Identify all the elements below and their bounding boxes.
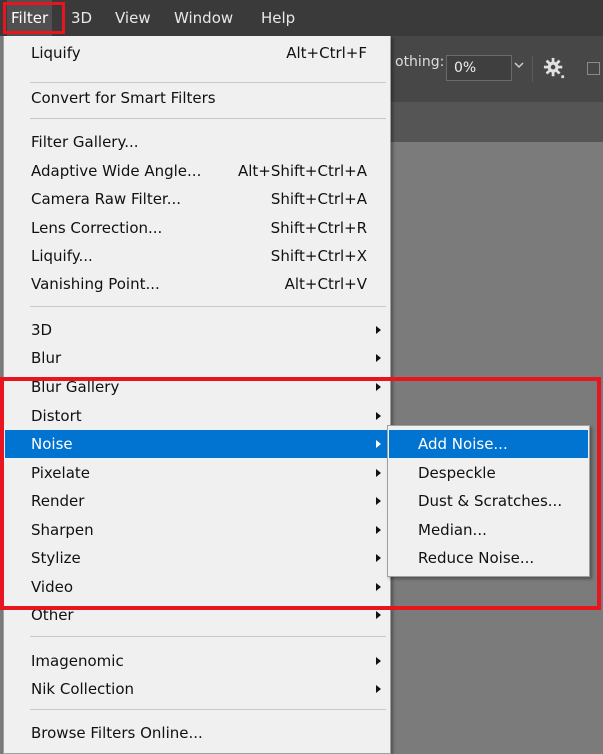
menu-item-pixelate[interactable]: Pixelate [5, 459, 389, 487]
menu-separator [30, 636, 386, 637]
menu-item-blur-gallery[interactable]: Blur Gallery [5, 373, 389, 401]
canvas-area [390, 102, 603, 142]
menu-item-filter-gallery[interactable]: Filter Gallery... [5, 128, 389, 156]
menu-item-adaptive-wide-angle[interactable]: Adaptive Wide Angle... Alt+Shift+Ctrl+A [5, 157, 389, 185]
submenu-arrow-icon [376, 412, 381, 420]
menu-separator [30, 82, 386, 83]
filter-menu-annotation [3, 2, 65, 34]
submenu-arrow-icon [376, 583, 381, 591]
menu-window[interactable]: Window [170, 0, 237, 36]
submenu-item-add-noise[interactable]: Add Noise... [389, 430, 588, 458]
menu-bar: Filter 3D View Window Help [0, 0, 603, 36]
menu-item-convert-smart-filters[interactable]: Convert for Smart Filters [5, 84, 389, 112]
submenu-arrow-icon [376, 326, 381, 334]
menu-item-liquify-last[interactable]: Liquify Alt+Ctrl+F [5, 39, 389, 67]
menu-separator [30, 306, 386, 307]
submenu-arrow-icon [376, 440, 381, 448]
menu-item-render[interactable]: Render [5, 487, 389, 515]
menu-item-stylize[interactable]: Stylize [5, 544, 389, 572]
menu-item-browse-filters-online[interactable]: Browse Filters Online... [5, 719, 389, 747]
chevron-down-icon[interactable] [514, 60, 524, 70]
menu-view[interactable]: View [111, 0, 155, 36]
options-bar: othing: 0% [390, 36, 603, 102]
menu-item-other[interactable]: Other [5, 601, 389, 629]
submenu-item-median[interactable]: Median... [389, 516, 588, 544]
submenu-arrow-icon [376, 657, 381, 665]
menu-item-lens-correction[interactable]: Lens Correction... Shift+Ctrl+R [5, 214, 389, 242]
menu-item-nik-collection[interactable]: Nik Collection [5, 675, 389, 703]
menu-separator [30, 709, 386, 710]
menu-item-sharpen[interactable]: Sharpen [5, 516, 389, 544]
menu-item-blur[interactable]: Blur [5, 344, 389, 372]
menu-item-noise[interactable]: Noise [5, 430, 389, 458]
menu-3d[interactable]: 3D [67, 0, 96, 36]
menu-separator [30, 118, 386, 119]
filter-menu: Liquify Alt+Ctrl+F Convert for Smart Fil… [3, 36, 391, 754]
smoothing-input[interactable]: 0% [446, 55, 512, 81]
menu-item-distort[interactable]: Distort [5, 402, 389, 430]
menu-item-vanishing-point[interactable]: Vanishing Point... Alt+Ctrl+V [5, 270, 389, 298]
menu-item-3d[interactable]: 3D [5, 316, 389, 344]
gear-icon[interactable] [543, 57, 565, 79]
submenu-arrow-icon [376, 383, 381, 391]
submenu-arrow-icon [376, 685, 381, 693]
menu-item-video[interactable]: Video [5, 573, 389, 601]
submenu-arrow-icon [376, 469, 381, 477]
noise-submenu: Add Noise... Despeckle Dust & Scratches.… [387, 425, 590, 577]
menu-item-liquify[interactable]: Liquify... Shift+Ctrl+X [5, 242, 389, 270]
submenu-arrow-icon [376, 526, 381, 534]
submenu-arrow-icon [376, 554, 381, 562]
options-separator [532, 56, 533, 82]
submenu-item-reduce-noise[interactable]: Reduce Noise... [389, 544, 588, 572]
menu-item-imagenomic[interactable]: Imagenomic [5, 647, 389, 675]
options-checkbox[interactable] [587, 62, 600, 75]
smoothing-label: othing: [395, 54, 445, 70]
menu-item-camera-raw-filter[interactable]: Camera Raw Filter... Shift+Ctrl+A [5, 185, 389, 213]
submenu-arrow-icon [376, 354, 381, 362]
smoothing-value: 0% [454, 60, 477, 76]
submenu-item-despeckle[interactable]: Despeckle [389, 459, 588, 487]
submenu-arrow-icon [376, 497, 381, 505]
menu-help[interactable]: Help [257, 0, 299, 36]
submenu-arrow-icon [376, 611, 381, 619]
submenu-item-dust-scratches[interactable]: Dust & Scratches... [389, 487, 588, 515]
